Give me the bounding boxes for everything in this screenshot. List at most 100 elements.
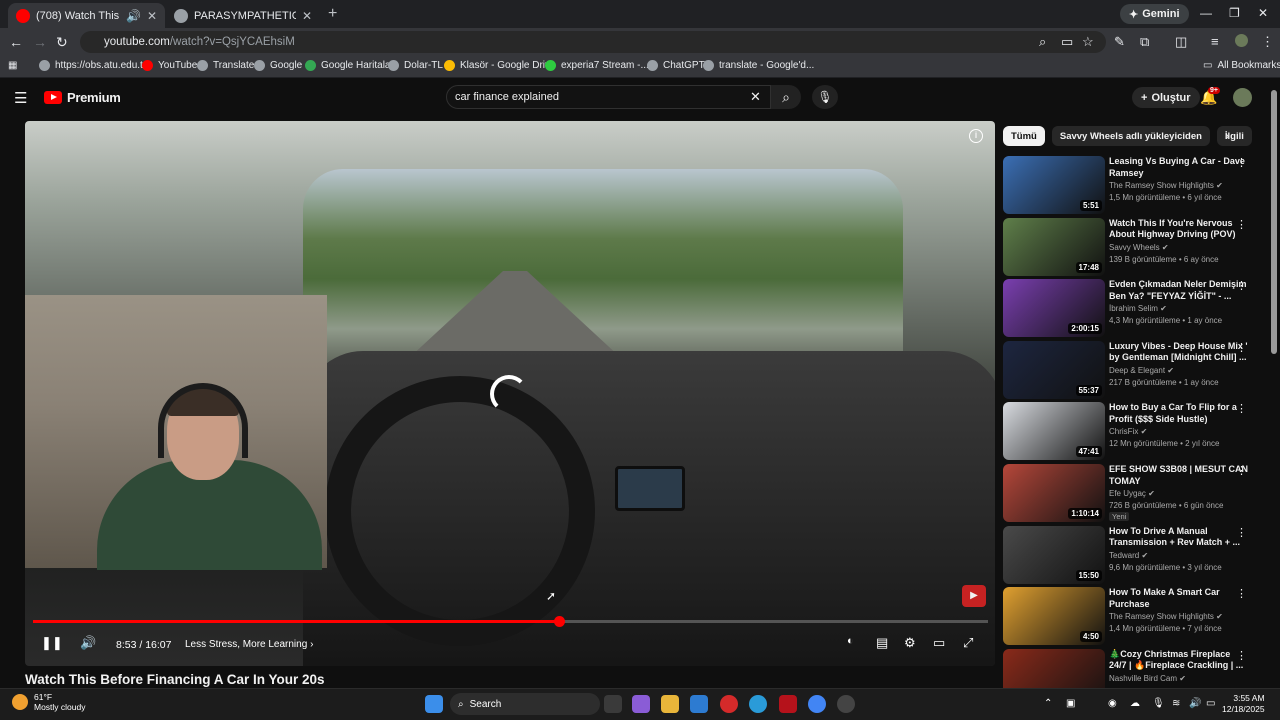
- channel-name[interactable]: Nashville Bird Cam ✔: [1109, 674, 1186, 683]
- channel-name[interactable]: İbrahim Selim ✔: [1109, 304, 1167, 313]
- bookmark-item[interactable]: ChatGPT: [647, 60, 705, 71]
- battery-icon[interactable]: ▭: [1206, 698, 1215, 709]
- recommendation-title[interactable]: Watch This If You're Nervous About Highw…: [1109, 218, 1249, 241]
- wifi-icon[interactable]: ≋: [1172, 698, 1180, 709]
- hamburger-menu-icon[interactable]: ☰: [14, 89, 27, 107]
- windows-start-icon[interactable]: [425, 695, 443, 713]
- voice-search-button[interactable]: 🎙: [812, 85, 838, 109]
- search-button[interactable]: ⌕: [771, 85, 801, 109]
- recommendation-title[interactable]: Leasing Vs Buying A Car - Dave Ramsey: [1109, 156, 1249, 179]
- tray-chevron-icon[interactable]: ⌃: [1044, 698, 1052, 709]
- back-arrow-icon[interactable]: ←: [9, 34, 23, 50]
- edge-icon[interactable]: [749, 695, 767, 713]
- speaker-icon[interactable]: 🔊: [1189, 698, 1201, 709]
- recommendation-item[interactable]: 55:37 Luxury Vibes - Deep House Mix ' by …: [1003, 340, 1258, 399]
- channel-watermark-icon[interactable]: ▶: [962, 585, 986, 607]
- all-bookmarks[interactable]: ▭ All Bookmarks: [1203, 60, 1280, 71]
- more-options-icon[interactable]: ⋮: [1236, 279, 1247, 292]
- gemini-button[interactable]: ✦ Gemini: [1120, 4, 1189, 24]
- clear-search-icon[interactable]: ✕: [750, 89, 761, 105]
- file-explorer-icon[interactable]: [661, 695, 679, 713]
- recommendation-title[interactable]: EFE SHOW S3B08 | MESUT CAN TOMAY: [1109, 464, 1249, 487]
- tray-app-icon[interactable]: ▣: [1066, 698, 1075, 709]
- tab-close-icon[interactable]: ✕: [147, 9, 157, 23]
- minimize-icon[interactable]: —: [1200, 6, 1212, 20]
- discord-icon[interactable]: ◉: [1108, 698, 1117, 709]
- bookmark-item[interactable]: Google Haritalar: [305, 60, 394, 71]
- more-options-icon[interactable]: ⋮: [1236, 156, 1247, 169]
- maximize-icon[interactable]: ❐: [1229, 6, 1240, 20]
- more-options-icon[interactable]: ⋮: [1236, 341, 1247, 354]
- weather-widget[interactable]: 61°F Mostly cloudy: [12, 692, 86, 712]
- account-avatar[interactable]: [1233, 88, 1252, 107]
- microphone-icon[interactable]: 🎙: [1152, 698, 1165, 709]
- cloud-icon[interactable]: ☁: [1130, 698, 1140, 709]
- channel-name[interactable]: Savvy Wheels ✔: [1109, 243, 1169, 252]
- recommendation-title[interactable]: How to Buy a Car To Flip for a Profit ($…: [1109, 402, 1249, 425]
- chapter-button[interactable]: Less Stress, More Learning ›: [185, 639, 313, 650]
- chip-all[interactable]: Tümü: [1003, 126, 1045, 146]
- fullscreen-icon[interactable]: ⤢: [963, 635, 973, 651]
- taskbar-search[interactable]: ⌕ Search: [450, 693, 600, 715]
- recommendation-title[interactable]: How To Make A Smart Car Purchase: [1109, 587, 1249, 610]
- info-icon[interactable]: i: [969, 129, 983, 143]
- apps-grid-icon[interactable]: ▦: [8, 60, 17, 71]
- obs-icon[interactable]: [837, 695, 855, 713]
- recommendation-item[interactable]: 2:00:15 Evden Çıkmadan Neler Demişim Ben …: [1003, 279, 1258, 338]
- bookmark-item[interactable]: translate - Google'd...: [703, 60, 814, 71]
- channel-name[interactable]: The Ramsey Show Highlights ✔: [1109, 612, 1223, 621]
- progress-bar[interactable]: [33, 616, 988, 627]
- channel-name[interactable]: Deep & Elegant ✔: [1109, 366, 1174, 375]
- chrome-icon[interactable]: [808, 695, 826, 713]
- create-button[interactable]: + Oluştur: [1132, 87, 1200, 108]
- recommendation-title[interactable]: 🎄Cozy Christmas Fireplace 24/7 | 🔥Firepl…: [1109, 649, 1249, 672]
- pause-icon[interactable]: ❚❚: [41, 635, 63, 651]
- reload-icon[interactable]: ↻: [56, 34, 68, 51]
- bookmark-item[interactable]: Google: [254, 60, 302, 71]
- address-bar[interactable]: youtube.com/watch?v=QsjYCAEhsiM: [80, 31, 1106, 53]
- video-thumbnail[interactable]: 17:48: [1003, 217, 1105, 276]
- zoom-icon[interactable]: ⌕: [1039, 34, 1046, 50]
- tab-active[interactable]: (708) Watch This Before Fin 🔊 ✕: [8, 3, 165, 28]
- channel-name[interactable]: The Ramsey Show Highlights ✔: [1109, 181, 1223, 190]
- sidebar-icon[interactable]: ◫: [1175, 34, 1187, 50]
- more-options-icon[interactable]: ⋮: [1236, 402, 1247, 415]
- task-view-icon[interactable]: [604, 695, 622, 713]
- video-player[interactable]: i ▶ ❚❚ 🔊 8:53 / 16:07 Less Stress, More …: [25, 121, 995, 666]
- video-thumbnail[interactable]: 4:50: [1003, 587, 1105, 646]
- tab-inactive[interactable]: PARASYMPATHETIC NERVOUS ✕: [166, 3, 320, 28]
- recommendation-item[interactable]: 47:41 How to Buy a Car To Flip for a Prof…: [1003, 402, 1258, 461]
- bookmark-item[interactable]: Translate: [197, 60, 254, 71]
- recommendation-item[interactable]: 1:10:14 EFE SHOW S3B08 | MESUT CAN TOMAY E…: [1003, 464, 1258, 522]
- window-close-icon[interactable]: ✕: [1258, 6, 1268, 20]
- profile-avatar[interactable]: [1235, 34, 1248, 47]
- youtube-logo[interactable]: Premium: [44, 90, 121, 105]
- channel-name[interactable]: Tedward ✔: [1109, 551, 1148, 560]
- bookmark-star-icon[interactable]: ☆: [1082, 34, 1094, 50]
- more-options-icon[interactable]: ⋮: [1236, 649, 1247, 662]
- bookmark-item[interactable]: Dolar-TL: [388, 60, 443, 71]
- bookmark-item[interactable]: Klasör - Google Drive: [444, 60, 556, 71]
- recommendation-item[interactable]: 15:50 How To Drive A Manual Transmission …: [1003, 525, 1258, 584]
- outlook-icon[interactable]: [690, 695, 708, 713]
- video-thumbnail[interactable]: 5:51: [1003, 156, 1105, 214]
- video-thumbnail[interactable]: 55:37: [1003, 340, 1105, 399]
- puzzle-icon[interactable]: ⧉: [1140, 34, 1149, 50]
- recommendation-item[interactable]: 4:50 How To Make A Smart Car Purchase The …: [1003, 587, 1258, 646]
- page-scrollbar[interactable]: [1271, 90, 1277, 354]
- video-thumbnail[interactable]: 15:50: [1003, 525, 1105, 584]
- more-options-icon[interactable]: ⋮: [1236, 526, 1247, 539]
- more-options-icon[interactable]: ⋮: [1236, 218, 1247, 231]
- new-tab-plus-icon[interactable]: +: [328, 5, 337, 23]
- cast-icon[interactable]: ▭: [1061, 34, 1073, 50]
- forward-arrow-icon[interactable]: →: [33, 34, 47, 50]
- tab-close-icon[interactable]: ✕: [302, 9, 312, 23]
- opera-icon[interactable]: [720, 695, 738, 713]
- bookmark-item[interactable]: https://obs.atu.edu.t...: [39, 60, 151, 71]
- more-options-icon[interactable]: ⋮: [1236, 587, 1247, 600]
- subtitles-icon[interactable]: ▤: [876, 635, 888, 651]
- video-thumbnail[interactable]: 2:00:15: [1003, 279, 1105, 338]
- recommendation-item[interactable]: 17:48 Watch This If You're Nervous About …: [1003, 217, 1258, 276]
- more-options-icon[interactable]: ⋮: [1236, 464, 1247, 477]
- volume-icon[interactable]: 🔊: [80, 635, 96, 651]
